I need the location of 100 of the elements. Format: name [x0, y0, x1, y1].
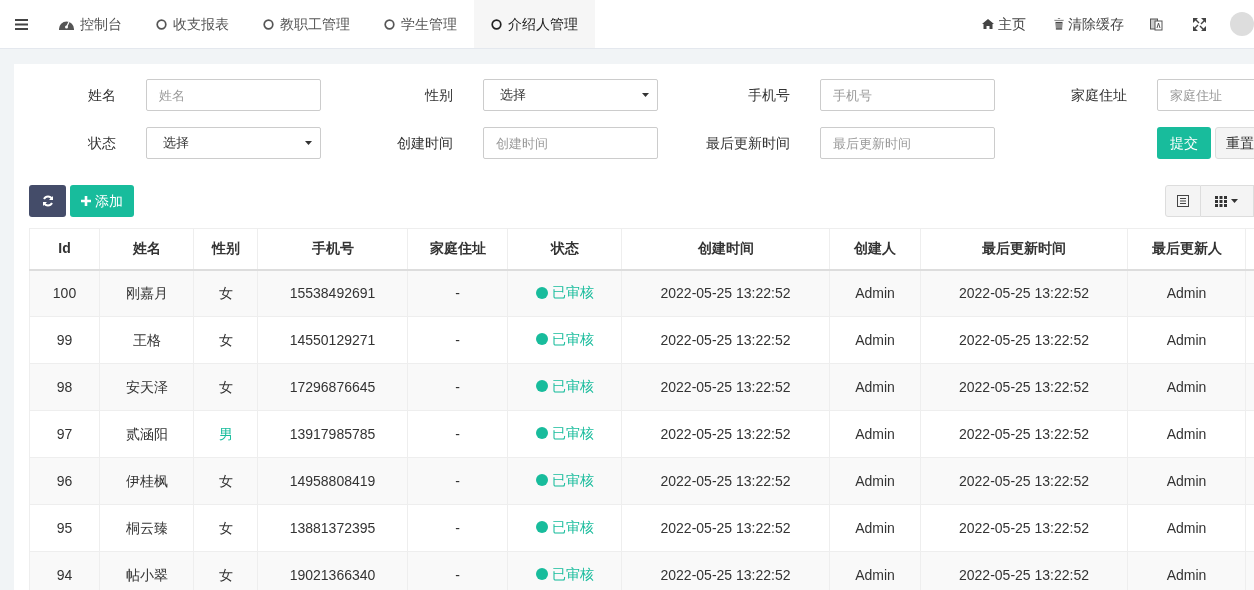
plus-icon — [81, 196, 91, 206]
table-cell: 2022-05-25 13:22:52 — [920, 363, 1128, 411]
reset-button[interactable]: 重置 — [1215, 127, 1254, 159]
column-header[interactable]: 状态 — [507, 228, 622, 270]
table-cell: Admin — [1127, 269, 1246, 317]
circle-icon — [491, 18, 502, 30]
table-cell: 14958808419 — [257, 457, 408, 505]
table-cell: 2022-05-25 13:22:52 — [621, 410, 830, 458]
status-text: 已审核 — [551, 376, 594, 396]
table-cell: 2022-05-25 13:22:52 — [621, 504, 830, 552]
table-cell: - — [407, 363, 508, 411]
columns-button[interactable] — [1200, 185, 1254, 217]
select-field[interactable]: 选择 — [146, 127, 321, 159]
nav-link[interactable]: 清除缓存 — [1054, 13, 1124, 35]
table-cell: 13881372395 — [257, 504, 408, 552]
table-cell: Admin — [1127, 316, 1246, 364]
table-cell: Admin — [1127, 457, 1246, 505]
refresh-icon — [41, 195, 54, 207]
home-icon — [982, 19, 994, 29]
grid-icon — [1215, 195, 1228, 207]
table-cell: - — [407, 316, 508, 364]
nav-tab[interactable]: 学生管理 — [367, 0, 474, 48]
field-label: 状态 — [87, 133, 116, 153]
nav-tab[interactable]: 教职工管理 — [246, 0, 367, 48]
table-cell: Admin — [829, 363, 921, 411]
table-cell: 女 — [193, 504, 258, 552]
caret-icon — [305, 141, 312, 145]
table-cell: - — [407, 269, 508, 317]
table-cell: 2022-05-25 13:22:52 — [920, 269, 1128, 317]
list-icon — [1176, 195, 1189, 207]
table-cell: 94 — [29, 551, 100, 590]
table-cell: Admin — [829, 316, 921, 364]
table-cell: Admin — [1127, 363, 1246, 411]
trash-icon — [1054, 18, 1064, 30]
table-cell: Admin — [829, 410, 921, 458]
field-label: 最后更新时间 — [705, 133, 790, 153]
input-field[interactable]: 家庭住址 — [1157, 79, 1254, 111]
column-header[interactable]: Id — [29, 228, 100, 270]
column-header[interactable]: 最后更新时间 — [920, 228, 1128, 270]
nav-link[interactable]: 主页 — [982, 13, 1026, 35]
table-view-button[interactable] — [1165, 185, 1201, 217]
column-header[interactable]: 家庭住址 — [407, 228, 508, 270]
table-cell: 2022-05-25 13:22:52 — [621, 269, 830, 317]
field-label: 手机号 — [747, 85, 790, 105]
nav-tab[interactable]: 收支报表 — [139, 0, 246, 48]
table-cell: Admin — [829, 457, 921, 505]
table-cell: 王格 — [99, 316, 194, 364]
select-field[interactable]: 选择 — [483, 79, 658, 111]
input-field[interactable]: 手机号 — [820, 79, 995, 111]
table-cell: 14550129271 — [257, 316, 408, 364]
status-text: 已审核 — [551, 283, 594, 302]
table-cell: 伊桂枫 — [99, 457, 194, 505]
nav-tab[interactable]: 介绍人管理 — [474, 0, 595, 48]
field-label: 性别 — [423, 85, 453, 105]
table-cell: Admin — [829, 504, 921, 552]
column-header[interactable]: 创建时间 — [621, 228, 830, 270]
input-field[interactable]: 创建时间 — [483, 127, 658, 159]
table-cell: 97 — [29, 410, 100, 458]
table-cell: - — [407, 410, 508, 458]
table-cell: 15538492691 — [257, 269, 408, 317]
table-cell: 2022-05-25 13:22:52 — [920, 457, 1128, 505]
input-field[interactable]: 最后更新时间 — [820, 127, 995, 159]
table-cell: - — [407, 457, 508, 505]
table-cell: 2022-05-25 13:22:52 — [621, 316, 830, 364]
table-cell: 13917985785 — [257, 410, 408, 458]
status-text: 已审核 — [551, 423, 594, 443]
table-cell: 女 — [193, 269, 258, 317]
table-cell: 女 — [193, 316, 258, 364]
table-cell: - — [407, 504, 508, 552]
table-cell: Admin — [1127, 504, 1246, 552]
column-header[interactable]: 性别 — [193, 228, 258, 270]
table-cell: 2022-05-25 13:22:52 — [920, 410, 1128, 458]
fullscreen-icon[interactable] — [1193, 17, 1206, 31]
nav-tab[interactable]: 控制台 — [42, 0, 139, 48]
table-cell: 95 — [29, 504, 100, 552]
caret-icon — [1231, 199, 1239, 203]
field-label: 姓名 — [87, 85, 116, 105]
table-cell: Admin — [829, 269, 921, 317]
column-header[interactable]: 手机号 — [257, 228, 408, 270]
status-text: 已审核 — [551, 517, 594, 537]
status-text: 已审核 — [551, 564, 594, 584]
table-cell: 男 — [193, 410, 258, 458]
menu-icon[interactable] — [14, 18, 28, 30]
column-header[interactable]: 最后更新人 — [1127, 228, 1246, 270]
caret-icon — [642, 93, 649, 97]
column-header[interactable]: 创建人 — [829, 228, 921, 270]
table-cell: Admin — [1127, 410, 1246, 458]
table-cell: 桐云臻 — [99, 504, 194, 552]
table-cell: 96 — [29, 457, 100, 505]
circle-icon — [263, 18, 274, 30]
table-cell: 安天泽 — [99, 363, 194, 411]
column-header[interactable]: 姓名 — [99, 228, 194, 270]
circle-icon — [156, 18, 167, 30]
refresh-button[interactable] — [29, 185, 66, 217]
table-cell: 刚嘉月 — [99, 269, 194, 317]
table-cell: 贰涵阳 — [99, 410, 194, 458]
input-field[interactable]: 姓名 — [146, 79, 321, 111]
table-cell: 100 — [29, 269, 100, 317]
translate-icon[interactable] — [1150, 17, 1163, 31]
table-cell: 2022-05-25 13:22:52 — [920, 504, 1128, 552]
